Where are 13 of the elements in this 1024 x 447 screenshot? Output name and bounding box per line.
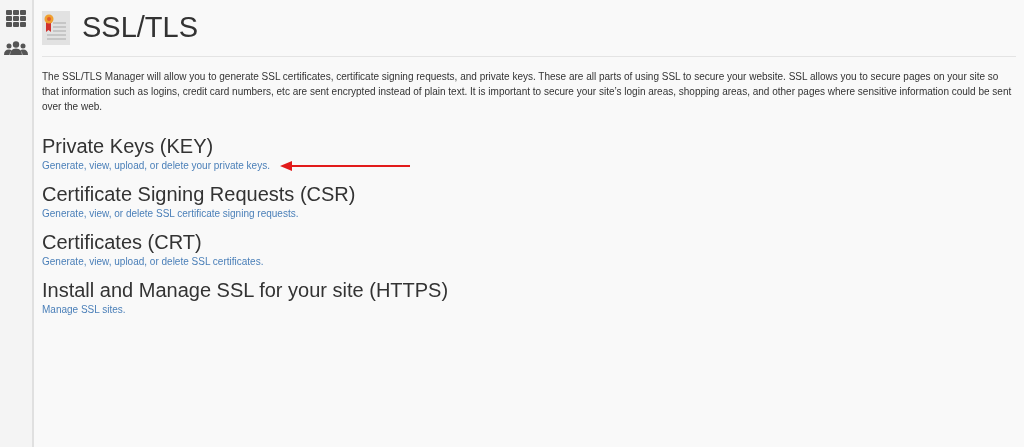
users-icon[interactable] — [4, 41, 28, 55]
section-heading: Certificate Signing Requests (CSR) — [42, 181, 357, 206]
apps-grid-icon[interactable] — [6, 10, 26, 27]
certificate-icon — [42, 10, 70, 45]
section-link[interactable]: Manage SSL sites. — [42, 301, 126, 318]
section-link[interactable]: Generate, view, or delete SSL certificate signing requests. — [42, 205, 299, 222]
section-heading: Certificates (CRT) — [42, 229, 203, 254]
section-heading: Install and Manage SSL for your site (HTTPS) — [42, 277, 450, 302]
section-heading: Private Keys (KEY) — [42, 133, 215, 158]
description-text: The SSL/TLS Manager will allow you to generate SSL certificates, certificate signing requests, and private keys. These are all parts of using SSL to secure your website. SSL allows you to secure pages on your site so that information such as logins, credit card numbers, etc are sent encrypted instead of plain text. It is important to secure your site’s login areas, shopping areas, and other pages where sensitive information could be sent over the web. — [42, 69, 1013, 114]
section-link[interactable]: Generate, view, upload, or delete your private keys. — [42, 157, 270, 174]
page-title: SSL/TLS — [82, 10, 199, 45]
section-link[interactable]: Generate, view, upload, or delete SSL certificates. — [42, 253, 264, 270]
